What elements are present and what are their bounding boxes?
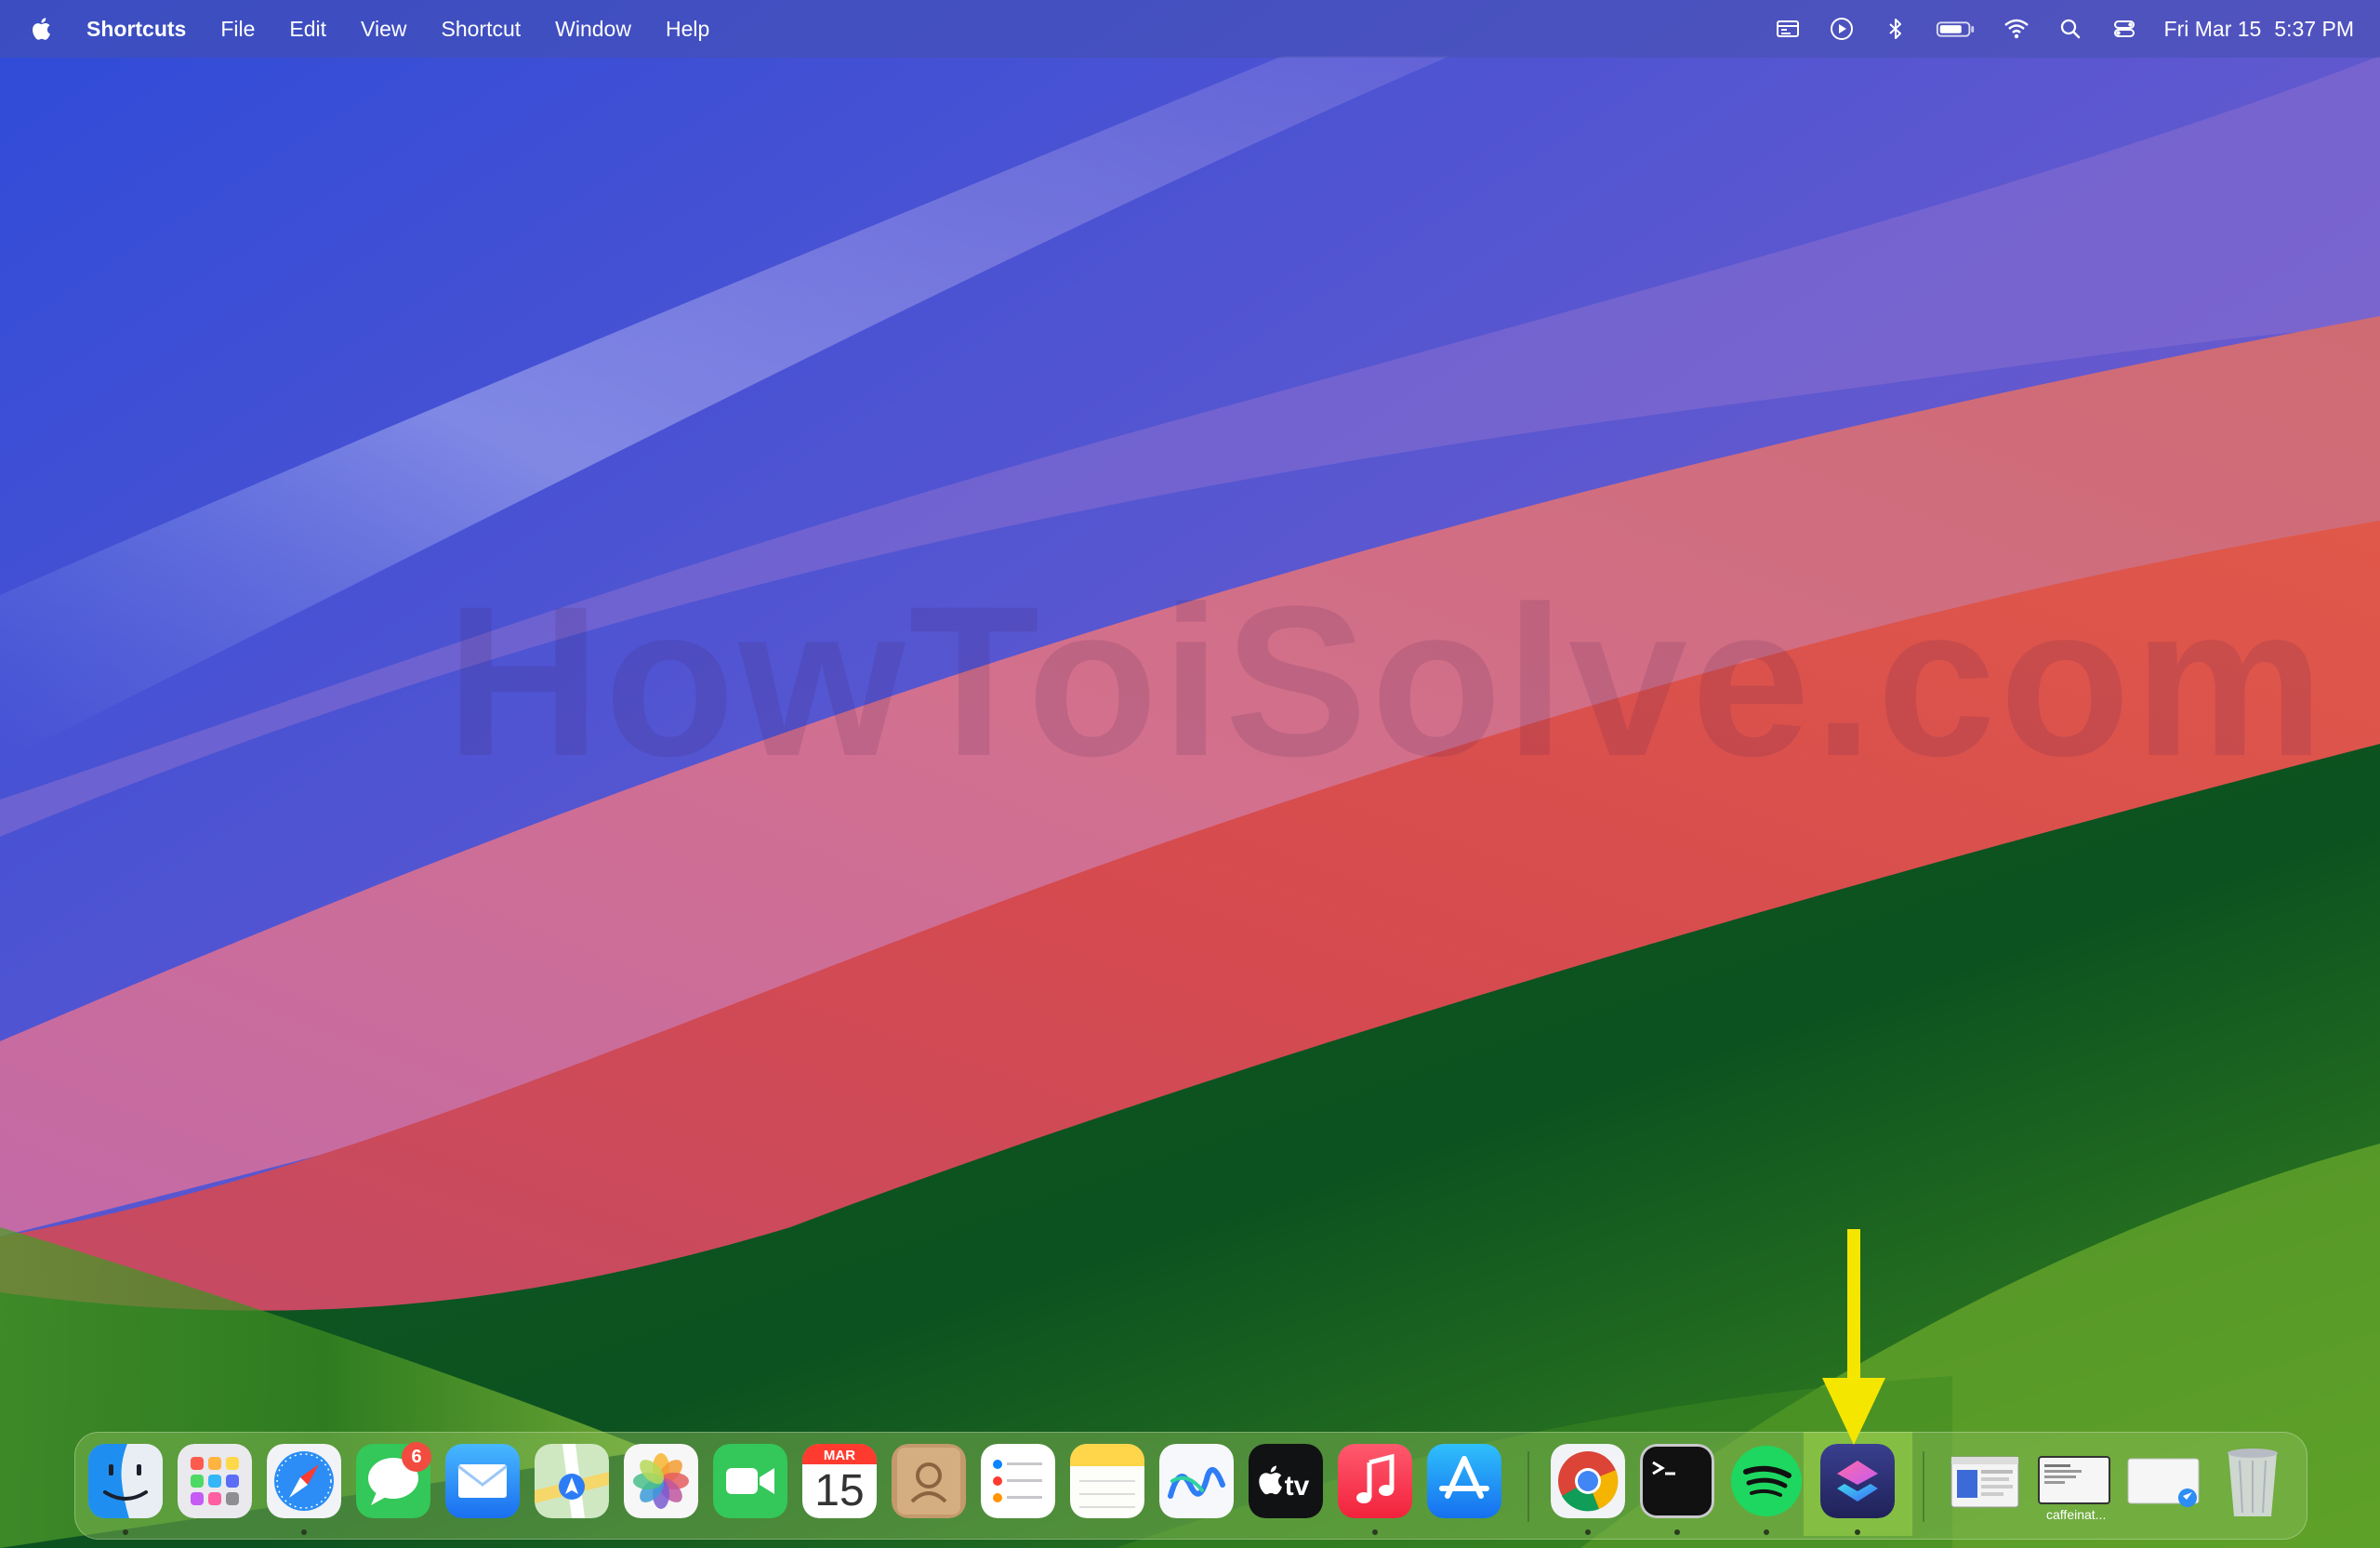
calendar-icon[interactable]: MAR 15 [802, 1444, 877, 1518]
menu-app-name[interactable]: Shortcuts [86, 17, 186, 42]
menu-help[interactable]: Help [666, 17, 709, 42]
running-indicator [1855, 1529, 1860, 1535]
notes-icon[interactable] [1070, 1444, 1144, 1518]
window-thumbnail-icon[interactable] [2126, 1444, 2201, 1518]
safari-icon[interactable] [267, 1444, 341, 1518]
menu-bar: Shortcuts File Edit View Shortcut Window… [0, 0, 2380, 58]
running-indicator [123, 1529, 128, 1535]
clock-time: 5:37 PM [2274, 16, 2354, 41]
menu-shortcut[interactable]: Shortcut [441, 17, 521, 42]
menu-edit[interactable]: Edit [289, 17, 326, 42]
mail-icon[interactable] [445, 1444, 520, 1518]
battery-icon[interactable] [1934, 13, 1978, 45]
reminders-icon[interactable] [981, 1444, 1055, 1518]
watermark-text: HowToiSolve.com [446, 562, 2328, 800]
clock-date: Fri Mar 15 [2163, 16, 2262, 41]
window-thumbnail-icon[interactable] [1948, 1444, 2022, 1518]
bluetooth-icon[interactable] [1880, 13, 1911, 45]
menu-window[interactable]: Window [555, 17, 631, 42]
finder-icon[interactable] [88, 1444, 163, 1518]
caffeinate-thumbnail-label: caffeinat... [2046, 1507, 2107, 1522]
music-icon[interactable] [1338, 1444, 1412, 1518]
running-indicator [1674, 1529, 1680, 1535]
control-center-icon[interactable] [2109, 13, 2140, 45]
dock-separator [1923, 1451, 1924, 1522]
terminal-icon[interactable] [1640, 1444, 1714, 1518]
chrome-icon[interactable] [1551, 1444, 1625, 1518]
running-indicator [1372, 1529, 1378, 1535]
trash-icon[interactable] [2215, 1444, 2290, 1518]
calendar-day: 15 [814, 1466, 864, 1515]
dock: 6 MAR 15 tv caffeinat... [74, 1432, 2307, 1540]
photos-icon[interactable] [624, 1444, 698, 1518]
facetime-icon[interactable] [713, 1444, 787, 1518]
spotify-icon[interactable] [1729, 1444, 1804, 1518]
messages-badge: 6 [402, 1442, 431, 1472]
yellow-arrow-annotation [1822, 1229, 1885, 1445]
status-area: Fri Mar 15 5:37 PM [1750, 13, 2354, 45]
contacts-icon[interactable] [892, 1444, 966, 1518]
media-icon[interactable] [1772, 13, 1804, 45]
apple-tv-label: tv [1285, 1471, 1310, 1502]
calendar-month: MAR [824, 1448, 855, 1463]
apple-menu-icon[interactable] [31, 13, 59, 45]
play-icon[interactable] [1826, 13, 1858, 45]
launchpad-icon[interactable] [178, 1444, 252, 1518]
running-indicator [1764, 1529, 1769, 1535]
running-indicator [301, 1529, 307, 1535]
menu-file[interactable]: File [220, 17, 255, 42]
menubar-clock[interactable]: Fri Mar 15 5:37 PM [2164, 17, 2354, 42]
search-icon[interactable] [2055, 13, 2086, 45]
app-store-icon[interactable] [1427, 1444, 1501, 1518]
wifi-icon[interactable] [2001, 13, 2032, 45]
dock-separator [1527, 1451, 1529, 1522]
freeform-icon[interactable] [1159, 1444, 1234, 1518]
apple-tv-icon[interactable]: tv [1249, 1444, 1323, 1518]
running-indicator [1585, 1529, 1591, 1535]
shortcuts-icon[interactable] [1820, 1444, 1895, 1518]
menu-view[interactable]: View [361, 17, 406, 42]
maps-icon[interactable] [535, 1444, 609, 1518]
